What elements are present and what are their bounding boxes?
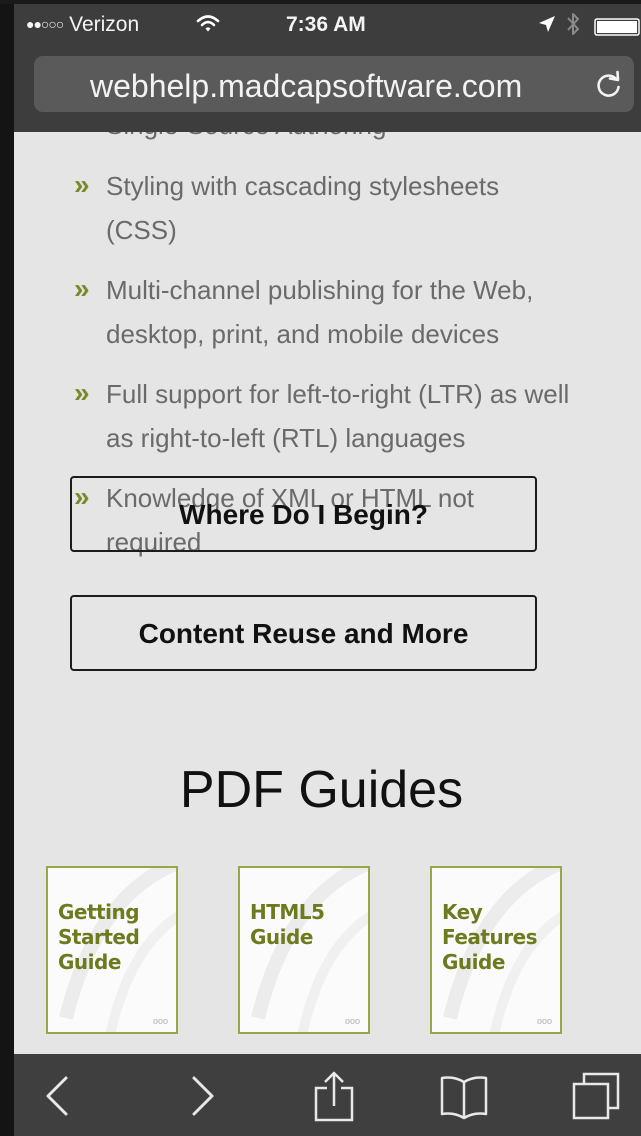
browser-address-area: webhelp.madcapsoftware.com bbox=[14, 48, 641, 132]
back-icon[interactable] bbox=[34, 1070, 86, 1122]
reload-icon[interactable] bbox=[594, 70, 624, 100]
cut-off-text: Single-Source Authoring bbox=[106, 132, 386, 141]
feature-text: Full support for left-to-right (LTR) as … bbox=[106, 379, 570, 453]
bullet-chevron-icon: » bbox=[74, 377, 90, 408]
guide-title: HTML5 Guide bbox=[250, 900, 325, 949]
bluetooth-icon bbox=[567, 13, 579, 35]
wifi-icon bbox=[196, 15, 220, 32]
bullet-chevron-icon: » bbox=[74, 273, 90, 304]
page-content: Single-Source Authoring » Styling with c… bbox=[14, 132, 641, 1054]
guide-mark: ooo bbox=[536, 1016, 552, 1026]
browser-toolbar bbox=[14, 1054, 641, 1136]
guide-mark: ooo bbox=[344, 1016, 360, 1026]
status-time: 7:36 AM bbox=[286, 13, 366, 36]
address-bar[interactable]: webhelp.madcapsoftware.com bbox=[34, 56, 634, 112]
share-icon[interactable] bbox=[308, 1070, 360, 1122]
key-features-guide-link[interactable]: Key Features Guide ooo bbox=[430, 866, 562, 1034]
carrier-info: ●●○○○ Verizon bbox=[26, 13, 139, 37]
getting-started-guide-link[interactable]: Getting Started Guide ooo bbox=[46, 866, 178, 1034]
feature-text: Styling with cascading stylesheets (CSS) bbox=[106, 171, 500, 245]
bookmarks-icon[interactable] bbox=[438, 1070, 490, 1122]
bullet-chevron-icon: » bbox=[74, 169, 90, 200]
where-do-i-begin-button[interactable]: Where Do I Begin? bbox=[70, 476, 537, 552]
tabs-icon[interactable] bbox=[570, 1070, 622, 1122]
guide-title: Key Features Guide bbox=[442, 900, 538, 974]
forward-icon[interactable] bbox=[174, 1070, 226, 1122]
guide-mark: ooo bbox=[152, 1016, 168, 1026]
feather-watermark-icon bbox=[251, 868, 368, 1032]
feature-text: Multi-channel publishing for the Web, de… bbox=[106, 275, 534, 349]
carrier-name: Verizon bbox=[69, 13, 140, 36]
battery-icon bbox=[594, 18, 640, 36]
guide-title: Getting Started Guide bbox=[58, 900, 140, 974]
location-arrow-icon bbox=[539, 16, 555, 32]
pdf-guides-heading: PDF Guides bbox=[179, 761, 464, 819]
status-bar: ●●○○○ Verizon 7:36 AM bbox=[14, 4, 641, 48]
html5-guide-link[interactable]: HTML5 Guide ooo bbox=[238, 866, 370, 1034]
url-text[interactable]: webhelp.madcapsoftware.com bbox=[90, 68, 522, 105]
signal-strength: ●●○○○ bbox=[26, 16, 64, 32]
device-edge bbox=[0, 0, 14, 1136]
content-reuse-button[interactable]: Content Reuse and More bbox=[70, 595, 537, 671]
